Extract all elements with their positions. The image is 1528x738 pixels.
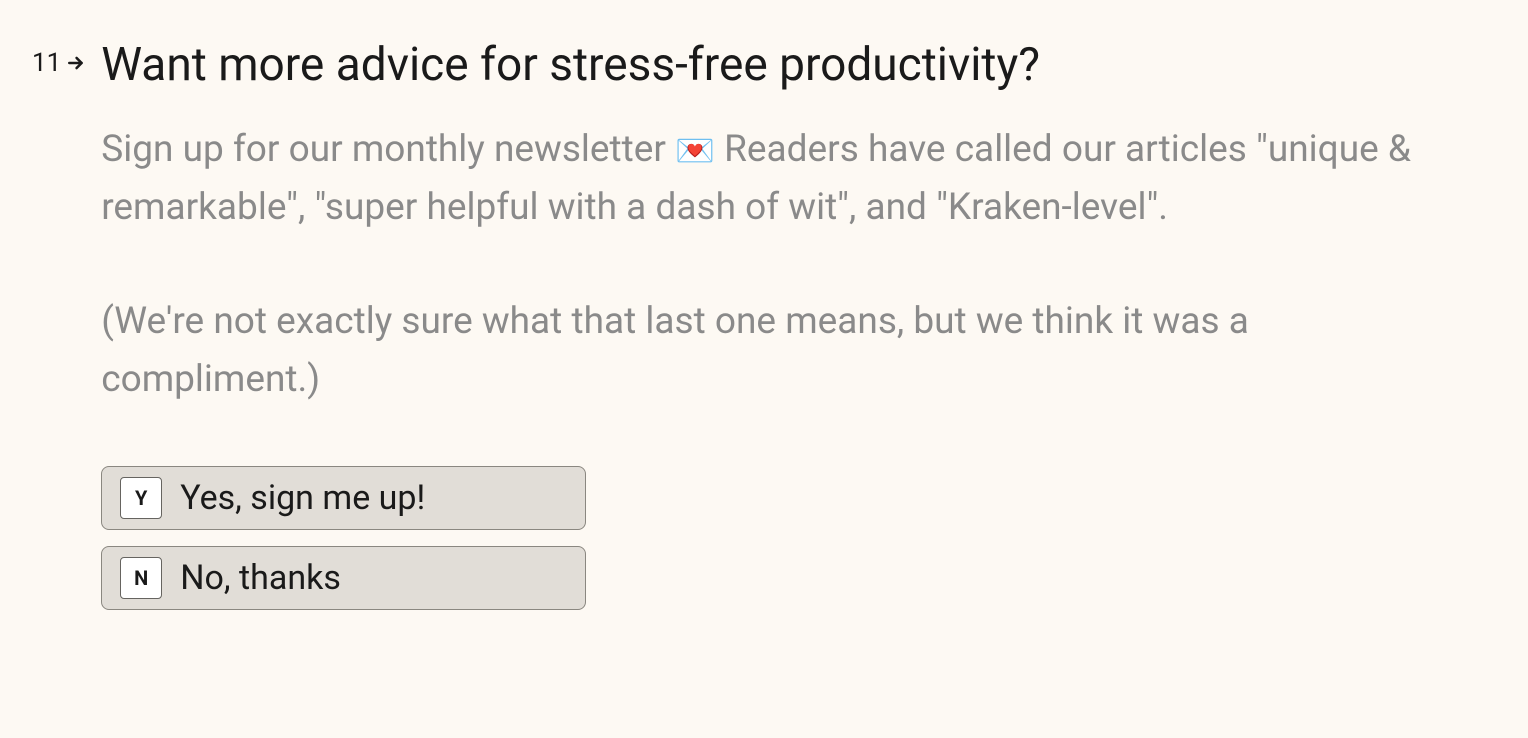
key-badge-y: Y	[120, 477, 162, 519]
question-description: Sign up for our monthly newsletter 💌 Rea…	[101, 121, 1461, 408]
question-title: Want more advice for stress-free product…	[101, 38, 1461, 93]
option-no-label: No, thanks	[180, 558, 341, 598]
description-text-3: (We're not exactly sure what that last o…	[101, 300, 1249, 400]
option-yes-button[interactable]: Y Yes, sign me up!	[101, 466, 586, 530]
description-text-1: Sign up for our monthly newsletter	[101, 128, 675, 171]
love-letter-icon: 💌	[675, 132, 715, 170]
options-group: Y Yes, sign me up! N No, thanks	[101, 466, 1461, 610]
question-number: 11	[32, 48, 61, 78]
question-number-indicator: 11	[32, 38, 85, 78]
arrow-right-icon	[67, 54, 85, 72]
question-content: Want more advice for stress-free product…	[101, 38, 1461, 610]
option-yes-label: Yes, sign me up!	[180, 478, 425, 518]
option-no-button[interactable]: N No, thanks	[101, 546, 586, 610]
key-badge-n: N	[120, 557, 162, 599]
